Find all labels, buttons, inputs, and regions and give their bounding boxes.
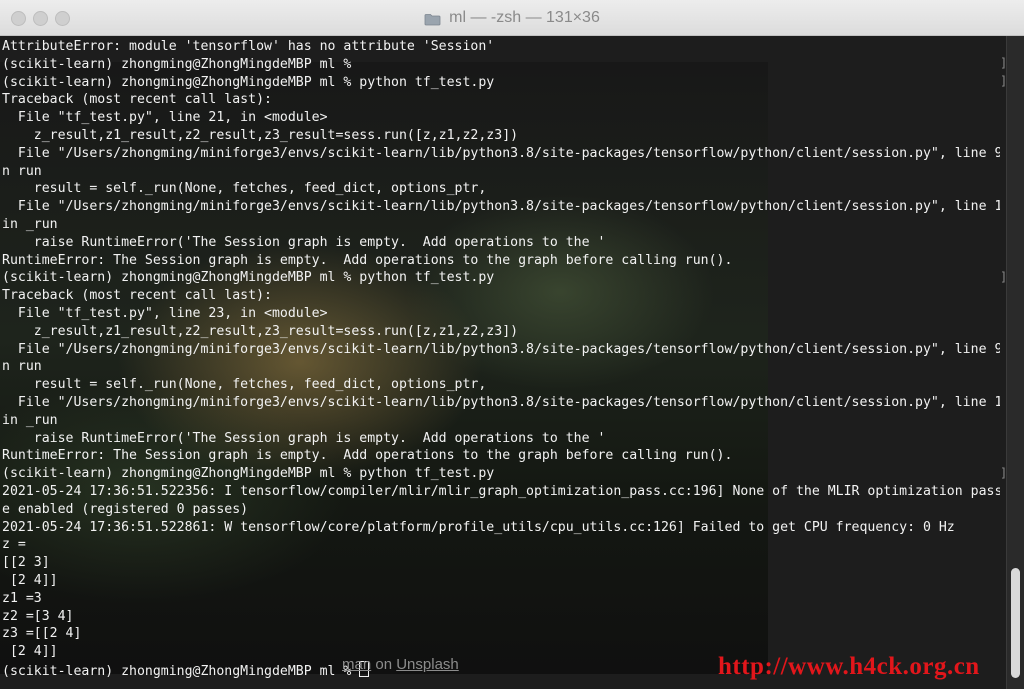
terminal-line: e enabled (registered 0 passes) [2,501,249,517]
terminal-line: (scikit-learn) zhongming@ZhongMingdeMBP … [2,74,495,90]
terminal-line: (scikit-learn) zhongming@ZhongMingdeMBP … [2,466,495,482]
terminal-window: ml — -zsh — 131×36 AttributeError: modul… [0,0,1024,689]
terminal-line: File "/Users/zhongming/miniforge3/envs/s… [2,341,1000,357]
terminal-line: raise RuntimeError('The Session graph is… [2,234,606,250]
terminal-line: RuntimeError: The Session graph is empty… [2,252,733,268]
terminal-line: File "tf_test.py", line 23, in <module> [2,305,328,321]
window-title: ml — -zsh — 131×36 [449,8,600,26]
scrollbar-thumb[interactable] [1011,568,1020,678]
terminal-line: n run [2,163,42,179]
terminal-line: z1 =3 [2,590,42,606]
terminal-line: z_result,z1_result,z2_result,z3_result=s… [2,323,519,339]
terminal-line: (scikit-learn) zhongming@ZhongMingdeMBP … [2,270,495,286]
terminal-line: 2021-05-24 17:36:51.522861: W tensorflow… [2,519,955,535]
terminal-area[interactable]: AttributeError: module 'tensorflow' has … [0,36,1024,689]
credit-author[interactable]: man [342,656,371,673]
terminal-line: RuntimeError: The Session graph is empty… [2,448,733,464]
terminal-line: z2 =[3 4] [2,608,74,624]
terminal-line: raise RuntimeError('The Session graph is… [2,430,606,446]
terminal-line: (scikit-learn) zhongming@ZhongMingdeMBP … [2,56,352,72]
terminal-line: z3 =[[2 4] [2,626,82,642]
terminal-line: result = self._run(None, fetches, feed_d… [2,377,487,393]
vertical-scrollbar[interactable] [1006,36,1024,689]
photo-credit: man on Unsplash [342,656,459,673]
terminal-line: File "tf_test.py", line 21, in <module> [2,110,328,126]
terminal-line: in _run [2,216,58,232]
terminal-line: [[2 3] [2,555,50,571]
title-bar[interactable]: ml — -zsh — 131×36 [0,0,1024,36]
terminal-line: File "/Users/zhongming/miniforge3/envs/s… [2,145,1000,161]
terminal-line: Traceback (most recent call last): [2,288,272,304]
terminal-line: z_result,z1_result,z2_result,z3_result=s… [2,127,519,143]
credit-link[interactable]: Unsplash [396,656,459,673]
credit-on: on [375,656,393,673]
terminal-output[interactable]: AttributeError: module 'tensorflow' has … [2,38,1000,679]
folder-icon [424,11,441,26]
terminal-line: [2 4]] [2,572,58,588]
terminal-line: File "/Users/zhongming/miniforge3/envs/s… [2,199,1000,215]
terminal-line: File "/Users/zhongming/miniforge3/envs/s… [2,394,1000,410]
terminal-line: z = [2,537,26,553]
terminal-line: result = self._run(None, fetches, feed_d… [2,181,487,197]
terminal-line: AttributeError: module 'tensorflow' has … [2,39,495,54]
prompt-text: (scikit-learn) zhongming@ZhongMingdeMBP … [2,663,360,679]
terminal-line: in _run [2,412,58,428]
terminal-line: n run [2,359,42,375]
terminal-line: 2021-05-24 17:36:51.522356: I tensorflow… [2,483,1000,499]
terminal-line: Traceback (most recent call last): [2,92,272,108]
watermark-text: http://www.h4ck.org.cn [718,653,980,680]
